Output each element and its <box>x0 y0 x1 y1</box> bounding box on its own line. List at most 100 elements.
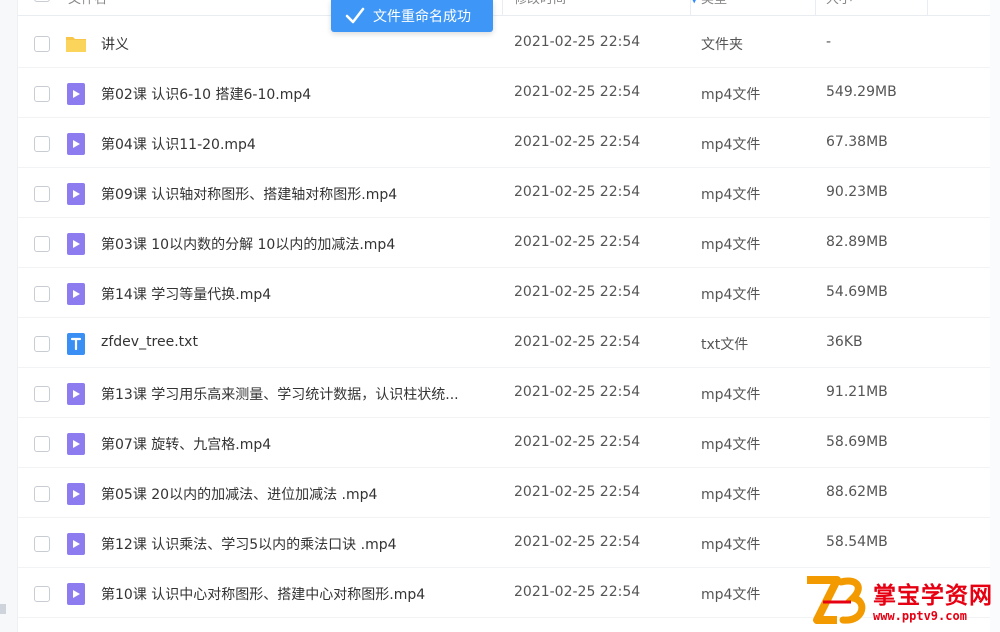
header-type[interactable]: 类型 <box>701 0 727 16</box>
video-file-icon <box>65 483 87 505</box>
row-checkbox[interactable] <box>34 586 50 602</box>
file-type: 文件夹 <box>701 37 743 53</box>
table-row[interactable]: 第12课 认识乘法、学习5以内的乘法口诀 .mp4 2021-02-25 22:5… <box>18 518 1000 568</box>
file-type: mp4文件 <box>701 387 761 403</box>
table-row[interactable]: 第13课 学习用乐高来测量、学习统计数据，认识柱状统... 2021-02-25 … <box>18 368 1000 418</box>
select-all-checkbox[interactable] <box>34 0 50 2</box>
rename-success-toast: 文件重命名成功 <box>331 0 493 32</box>
file-modified-time: 2021-02-25 22:54 <box>514 384 641 400</box>
file-manager-window: 文件名 修改时间 ▼ 类型 大小 文件重命名成功 讲义 2021-02-25 22… <box>0 0 1000 632</box>
row-checkbox[interactable] <box>34 236 50 252</box>
table-row[interactable]: 第02课 认识6-10 搭建6-10.mp4 2021-02-25 22:54 mp… <box>18 68 1000 118</box>
header-time[interactable]: 修改时间 <box>514 0 566 16</box>
file-type: mp4文件 <box>701 237 761 253</box>
file-modified-time: 2021-02-25 22:54 <box>514 534 641 550</box>
file-size: 90.23MB <box>826 184 888 200</box>
row-checkbox[interactable] <box>34 136 50 152</box>
table-row[interactable]: 第05课 20以内的加减法、进位加减法 .mp4 2021-02-25 22:54… <box>18 468 1000 518</box>
video-file-icon <box>65 533 87 555</box>
table-row[interactable]: 第04课 认识11-20.mp4 2021-02-25 22:54 mp4文件 67.… <box>18 118 1000 168</box>
row-checkbox[interactable] <box>34 186 50 202</box>
file-type: mp4文件 <box>701 537 761 553</box>
table-header: 文件名 修改时间 ▼ 类型 大小 <box>18 0 1000 16</box>
watermark: 掌宝学资网 www.pptv9.com <box>803 574 995 628</box>
file-name[interactable]: 讲义 <box>101 34 129 54</box>
row-checkbox[interactable] <box>34 386 50 402</box>
file-size: 36KB <box>826 334 863 350</box>
file-name[interactable]: 第02课 认识6-10 搭建6-10.mp4 <box>101 84 311 104</box>
file-name[interactable]: 第07课 旋转、九宫格.mp4 <box>101 434 271 454</box>
header-divider <box>502 0 503 16</box>
file-modified-time: 2021-02-25 22:54 <box>514 484 641 500</box>
file-name[interactable]: 第05课 20以内的加减法、进位加减法 .mp4 <box>101 484 377 504</box>
file-size: 88.62MB <box>826 484 888 500</box>
row-checkbox[interactable] <box>34 86 50 102</box>
file-type: mp4文件 <box>701 287 761 303</box>
file-name[interactable]: 第03课 10以内数的分解 10以内的加减法.mp4 <box>101 234 395 254</box>
video-file-icon <box>65 83 87 105</box>
scrollbar[interactable] <box>990 0 1000 632</box>
file-name[interactable]: 第13课 学习用乐高来测量、学习统计数据，认识柱状统... <box>101 384 459 404</box>
file-size: 54.69MB <box>826 284 888 300</box>
video-file-icon <box>65 433 87 455</box>
file-size: 58.54MB <box>826 534 888 550</box>
file-modified-time: 2021-02-25 22:54 <box>514 334 641 350</box>
file-size: 82.89MB <box>826 234 888 250</box>
table-row[interactable]: 第14课 学习等量代换.mp4 2021-02-25 22:54 mp4文件 54.6… <box>18 268 1000 318</box>
left-gutter <box>0 0 18 632</box>
text-file-icon <box>65 333 87 355</box>
row-checkbox[interactable] <box>34 486 50 502</box>
file-modified-time: 2021-02-25 22:54 <box>514 434 641 450</box>
file-modified-time: 2021-02-25 22:54 <box>514 84 641 100</box>
file-size: - <box>826 34 832 50</box>
file-modified-time: 2021-02-25 22:54 <box>514 134 641 150</box>
table-row[interactable]: 讲义 2021-02-25 22:54 文件夹 - <box>18 18 1000 68</box>
file-type: mp4文件 <box>701 187 761 203</box>
file-name[interactable]: 第14课 学习等量代换.mp4 <box>101 284 271 304</box>
row-checkbox[interactable] <box>34 336 50 352</box>
row-checkbox[interactable] <box>34 436 50 452</box>
file-name[interactable]: 第12课 认识乘法、学习5以内的乘法口诀 .mp4 <box>101 534 397 554</box>
file-type: mp4文件 <box>701 587 761 603</box>
scroll-marker <box>0 604 6 614</box>
table-row[interactable]: 第07课 旋转、九宫格.mp4 2021-02-25 22:54 mp4文件 58.6… <box>18 418 1000 468</box>
row-checkbox[interactable] <box>34 36 50 52</box>
file-name[interactable]: zfdev_tree.txt <box>101 334 198 350</box>
watermark-url: www.pptv9.com <box>873 609 967 623</box>
file-modified-time: 2021-02-25 22:54 <box>514 234 641 250</box>
file-name[interactable]: 第09课 认识轴对称图形、搭建轴对称图形.mp4 <box>101 184 397 204</box>
file-modified-time: 2021-02-25 22:54 <box>514 34 641 50</box>
file-size: 549.29MB <box>826 84 897 100</box>
file-name[interactable]: 第04课 认识11-20.mp4 <box>101 134 256 154</box>
video-file-icon <box>65 183 87 205</box>
check-icon <box>345 7 365 24</box>
table-row[interactable]: 第09课 认识轴对称图形、搭建轴对称图形.mp4 2021-02-25 22:54… <box>18 168 1000 218</box>
row-checkbox[interactable] <box>34 536 50 552</box>
file-size: 67.38MB <box>826 134 888 150</box>
file-modified-time: 2021-02-25 22:54 <box>514 184 641 200</box>
file-type: txt文件 <box>701 337 749 353</box>
table-row[interactable]: 第03课 10以内数的分解 10以内的加减法.mp4 2021-02-25 22:… <box>18 218 1000 268</box>
sort-down-icon[interactable]: ▼ <box>690 0 698 5</box>
video-file-icon <box>65 283 87 305</box>
file-modified-time: 2021-02-25 22:54 <box>514 584 641 600</box>
table-row[interactable]: zfdev_tree.txt 2021-02-25 22:54 txt文件 36KB <box>18 318 1000 368</box>
file-type: mp4文件 <box>701 487 761 503</box>
toast-message: 文件重命名成功 <box>373 9 471 25</box>
folder-icon <box>65 33 87 55</box>
header-divider <box>815 0 816 16</box>
video-file-icon <box>65 133 87 155</box>
header-divider <box>690 0 691 16</box>
watermark-logo-icon <box>807 576 866 624</box>
file-size: 58.69MB <box>826 434 888 450</box>
header-name[interactable]: 文件名 <box>68 0 107 16</box>
file-modified-time: 2021-02-25 22:54 <box>514 284 641 300</box>
header-divider <box>927 0 928 16</box>
header-size[interactable]: 大小 <box>826 0 852 16</box>
file-name[interactable]: 第10课 认识中心对称图形、搭建中心对称图形.mp4 <box>101 584 425 604</box>
video-file-icon <box>65 233 87 255</box>
video-file-icon <box>65 383 87 405</box>
file-type: mp4文件 <box>701 87 761 103</box>
file-size: 91.21MB <box>826 384 888 400</box>
row-checkbox[interactable] <box>34 286 50 302</box>
